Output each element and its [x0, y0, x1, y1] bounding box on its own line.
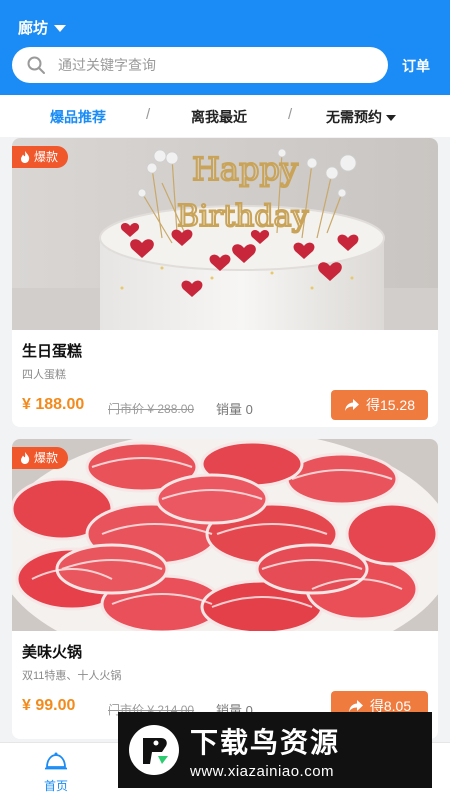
- product-desc: 四人蛋糕: [22, 369, 66, 381]
- filter-separator: /: [288, 106, 293, 123]
- city-label: 廊坊: [18, 20, 49, 37]
- hot-badge: 爆款: [12, 146, 69, 168]
- product-name: 生日蛋糕: [22, 343, 83, 360]
- search-bar[interactable]: 通过关键字查询: [12, 47, 388, 83]
- share-icon: [344, 399, 359, 411]
- sales-count: 销量 0: [216, 402, 253, 417]
- product-card[interactable]: 爆款 美味火锅 双11特惠、十人火锅 ¥ 99.00 门市价 ¥ 214.00 …: [12, 439, 438, 739]
- watermark-banner: 下载鸟资源 www.xiazainiao.com: [118, 712, 432, 788]
- product-card[interactable]: Happy Birthday 爆款 生日蛋糕 四人蛋糕 ¥ 188.00 门市价…: [12, 138, 438, 427]
- home-icon: [45, 752, 67, 770]
- product-price: ¥ 99.00: [22, 697, 76, 714]
- share-earn-button[interactable]: 得15.28: [331, 390, 428, 420]
- filter-hot[interactable]: 爆品推荐: [50, 107, 106, 127]
- filter-no-reservation[interactable]: 无需预约: [326, 107, 396, 127]
- hot-badge: 爆款: [12, 447, 69, 469]
- search-icon: [27, 56, 45, 74]
- chevron-down-icon: [54, 25, 67, 32]
- fire-icon: [21, 452, 30, 464]
- hot-badge-label: 爆款: [34, 451, 59, 465]
- watermark-title: 下载鸟资源: [190, 726, 341, 758]
- filter-nearest[interactable]: 离我最近: [191, 107, 247, 127]
- share-icon: [348, 700, 363, 712]
- orders-link[interactable]: 订单: [402, 56, 430, 76]
- tab-home[interactable]: 首页: [26, 751, 86, 794]
- product-price: ¥ 188.00: [22, 396, 85, 413]
- fire-icon: [21, 151, 30, 163]
- topper-birthday: Birthday: [177, 199, 308, 234]
- filter-separator: /: [146, 106, 151, 123]
- product-name: 美味火锅: [22, 644, 83, 661]
- top-header: 廊坊 通过关键字查询 订单: [0, 0, 450, 95]
- search-input[interactable]: 通过关键字查询: [58, 55, 156, 75]
- original-price: 门市价 ¥ 288.00: [108, 402, 195, 416]
- city-selector[interactable]: 廊坊: [18, 17, 67, 38]
- hotpot-meat-photo: 爆款: [12, 439, 438, 631]
- tab-home-label: 首页: [43, 779, 68, 793]
- bird-logo-icon: [129, 725, 179, 775]
- filter-bar: 爆品推荐 / 离我最近 / 无需预约: [0, 95, 450, 137]
- watermark-url: www.xiazainiao.com: [190, 762, 335, 780]
- hot-badge-label: 爆款: [34, 150, 59, 164]
- caret-down-icon: [386, 115, 396, 122]
- product-desc: 双11特惠、十人火锅: [22, 670, 122, 682]
- topper-happy: Happy: [192, 150, 298, 188]
- filter-no-reservation-label: 无需预约: [326, 109, 382, 125]
- earn-label: 得15.28: [365, 397, 416, 413]
- cake-photo: Happy Birthday 爆款: [12, 138, 438, 330]
